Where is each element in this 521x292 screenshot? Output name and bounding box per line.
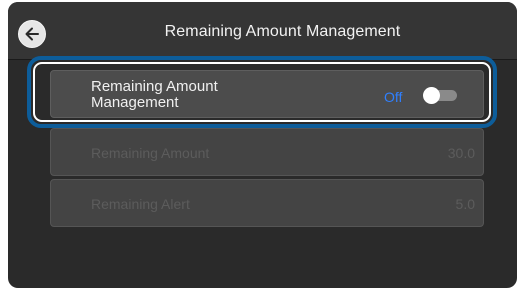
focus-highlight [27,56,497,128]
remaining-amount-label: Remaining Amount [91,145,210,161]
focus-highlight-inner [33,62,491,122]
back-button[interactable] [18,20,46,48]
remaining-amount-value: 30.0 [447,145,475,161]
settings-screen: Remaining Amount Management Remaining Am… [8,2,517,288]
remaining-alert-label: Remaining Alert [91,196,190,212]
arrow-left-icon [25,27,39,41]
remaining-alert-row: Remaining Alert 5.0 [50,179,484,227]
header-bar: Remaining Amount Management [8,2,517,60]
remaining-amount-row: Remaining Amount 30.0 [50,128,484,176]
page-title: Remaining Amount Management [164,23,401,40]
remaining-alert-value: 5.0 [455,196,475,212]
